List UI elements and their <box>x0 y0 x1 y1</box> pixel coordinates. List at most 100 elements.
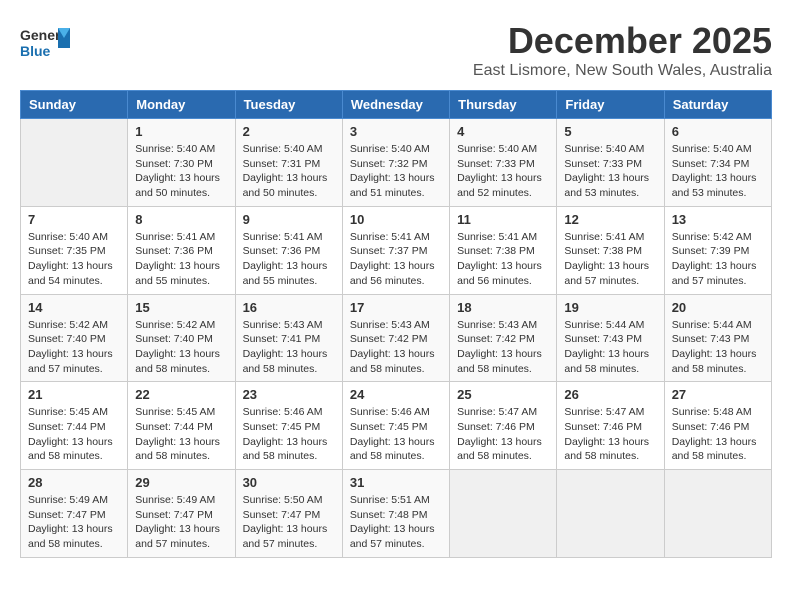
day-number: 3 <box>350 124 442 139</box>
day-info: Sunrise: 5:42 AM Sunset: 7:40 PM Dayligh… <box>28 318 120 377</box>
day-number: 6 <box>672 124 764 139</box>
calendar-cell: 23 Sunrise: 5:46 AM Sunset: 7:45 PM Dayli… <box>235 382 342 470</box>
svg-text:Blue: Blue <box>20 43 51 59</box>
calendar-cell: 7Sunrise: 5:40 AM Sunset: 7:35 PM Daylig… <box>21 206 128 294</box>
day-number: 2 <box>243 124 335 139</box>
calendar-cell <box>21 119 128 207</box>
day-number: 13 <box>672 212 764 227</box>
calendar-cell: 3 Sunrise: 5:40 AM Sunset: 7:32 PM Daylig… <box>342 119 449 207</box>
day-number: 18 <box>457 300 549 315</box>
calendar-cell: 24 Sunrise: 5:46 AM Sunset: 7:45 PM Dayli… <box>342 382 449 470</box>
calendar-cell: 5 Sunrise: 5:40 AM Sunset: 7:33 PM Daylig… <box>557 119 664 207</box>
calendar-cell: 13Sunrise: 5:42 AM Sunset: 7:39 PM Dayli… <box>664 206 771 294</box>
logo: General Blue <box>20 20 70 70</box>
calendar-cell: 26Sunrise: 5:47 AM Sunset: 7:46 PM Dayli… <box>557 382 664 470</box>
day-info: Sunrise: 5:41 AM Sunset: 7:36 PM Dayligh… <box>135 230 227 289</box>
day-number: 28 <box>28 475 120 490</box>
day-info: Sunrise: 5:40 AM Sunset: 7:30 PM Dayligh… <box>135 142 227 201</box>
calendar-cell <box>450 470 557 558</box>
calendar-cell: 9 Sunrise: 5:41 AM Sunset: 7:36 PM Daylig… <box>235 206 342 294</box>
day-number: 15 <box>135 300 227 315</box>
day-number: 16 <box>243 300 335 315</box>
calendar-cell: 25Sunrise: 5:47 AM Sunset: 7:46 PM Dayli… <box>450 382 557 470</box>
title-block: December 2025 East Lismore, New South Wa… <box>473 20 772 80</box>
day-header-sunday: Sunday <box>21 91 128 119</box>
day-info: Sunrise: 5:49 AM Sunset: 7:47 PM Dayligh… <box>135 493 227 552</box>
calendar-week-row: 21 Sunrise: 5:45 AM Sunset: 7:44 PM Dayli… <box>21 382 772 470</box>
calendar-table: SundayMondayTuesdayWednesdayThursdayFrid… <box>20 90 772 558</box>
day-number: 24 <box>350 387 442 402</box>
day-info: Sunrise: 5:45 AM Sunset: 7:44 PM Dayligh… <box>28 405 120 464</box>
day-info: Sunrise: 5:46 AM Sunset: 7:45 PM Dayligh… <box>350 405 442 464</box>
calendar-cell: 12 Sunrise: 5:41 AM Sunset: 7:38 PM Dayli… <box>557 206 664 294</box>
calendar-cell: 17 Sunrise: 5:43 AM Sunset: 7:42 PM Dayli… <box>342 294 449 382</box>
day-info: Sunrise: 5:41 AM Sunset: 7:38 PM Dayligh… <box>457 230 549 289</box>
logo-icon: General Blue <box>20 20 70 65</box>
day-number: 31 <box>350 475 442 490</box>
location-title: East Lismore, New South Wales, Australia <box>473 62 772 80</box>
day-number: 25 <box>457 387 549 402</box>
day-info: Sunrise: 5:40 AM Sunset: 7:33 PM Dayligh… <box>564 142 656 201</box>
calendar-header-row: SundayMondayTuesdayWednesdayThursdayFrid… <box>21 91 772 119</box>
day-header-tuesday: Tuesday <box>235 91 342 119</box>
day-header-monday: Monday <box>128 91 235 119</box>
day-number: 1 <box>135 124 227 139</box>
calendar-cell <box>557 470 664 558</box>
day-number: 22 <box>135 387 227 402</box>
calendar-cell: 31 Sunrise: 5:51 AM Sunset: 7:48 PM Dayli… <box>342 470 449 558</box>
day-info: Sunrise: 5:40 AM Sunset: 7:33 PM Dayligh… <box>457 142 549 201</box>
day-info: Sunrise: 5:48 AM Sunset: 7:46 PM Dayligh… <box>672 405 764 464</box>
calendar-cell: 14Sunrise: 5:42 AM Sunset: 7:40 PM Dayli… <box>21 294 128 382</box>
day-number: 17 <box>350 300 442 315</box>
page-header: General Blue December 2025 East Lismore,… <box>20 20 772 80</box>
day-info: Sunrise: 5:40 AM Sunset: 7:34 PM Dayligh… <box>672 142 764 201</box>
day-header-thursday: Thursday <box>450 91 557 119</box>
calendar-week-row: 28 Sunrise: 5:49 AM Sunset: 7:47 PM Dayli… <box>21 470 772 558</box>
day-number: 27 <box>672 387 764 402</box>
calendar-cell: 15 Sunrise: 5:42 AM Sunset: 7:40 PM Dayli… <box>128 294 235 382</box>
day-number: 12 <box>564 212 656 227</box>
calendar-cell: 30 Sunrise: 5:50 AM Sunset: 7:47 PM Dayli… <box>235 470 342 558</box>
day-header-friday: Friday <box>557 91 664 119</box>
day-info: Sunrise: 5:50 AM Sunset: 7:47 PM Dayligh… <box>243 493 335 552</box>
calendar-cell: 2 Sunrise: 5:40 AM Sunset: 7:31 PM Daylig… <box>235 119 342 207</box>
day-info: Sunrise: 5:51 AM Sunset: 7:48 PM Dayligh… <box>350 493 442 552</box>
day-info: Sunrise: 5:41 AM Sunset: 7:38 PM Dayligh… <box>564 230 656 289</box>
day-number: 8 <box>135 212 227 227</box>
day-number: 21 <box>28 387 120 402</box>
day-info: Sunrise: 5:42 AM Sunset: 7:40 PM Dayligh… <box>135 318 227 377</box>
calendar-cell: 8 Sunrise: 5:41 AM Sunset: 7:36 PM Daylig… <box>128 206 235 294</box>
day-info: Sunrise: 5:40 AM Sunset: 7:35 PM Dayligh… <box>28 230 120 289</box>
day-info: Sunrise: 5:40 AM Sunset: 7:31 PM Dayligh… <box>243 142 335 201</box>
day-info: Sunrise: 5:40 AM Sunset: 7:32 PM Dayligh… <box>350 142 442 201</box>
day-info: Sunrise: 5:47 AM Sunset: 7:46 PM Dayligh… <box>564 405 656 464</box>
calendar-cell: 20Sunrise: 5:44 AM Sunset: 7:43 PM Dayli… <box>664 294 771 382</box>
day-info: Sunrise: 5:43 AM Sunset: 7:42 PM Dayligh… <box>350 318 442 377</box>
calendar-week-row: 7Sunrise: 5:40 AM Sunset: 7:35 PM Daylig… <box>21 206 772 294</box>
calendar-week-row: 1 Sunrise: 5:40 AM Sunset: 7:30 PM Daylig… <box>21 119 772 207</box>
calendar-cell <box>664 470 771 558</box>
day-info: Sunrise: 5:45 AM Sunset: 7:44 PM Dayligh… <box>135 405 227 464</box>
day-info: Sunrise: 5:41 AM Sunset: 7:37 PM Dayligh… <box>350 230 442 289</box>
day-header-saturday: Saturday <box>664 91 771 119</box>
day-number: 23 <box>243 387 335 402</box>
day-info: Sunrise: 5:44 AM Sunset: 7:43 PM Dayligh… <box>564 318 656 377</box>
day-number: 30 <box>243 475 335 490</box>
calendar-cell: 4 Sunrise: 5:40 AM Sunset: 7:33 PM Daylig… <box>450 119 557 207</box>
day-number: 4 <box>457 124 549 139</box>
day-number: 9 <box>243 212 335 227</box>
month-title: December 2025 <box>473 20 772 62</box>
day-number: 29 <box>135 475 227 490</box>
calendar-cell: 19 Sunrise: 5:44 AM Sunset: 7:43 PM Dayli… <box>557 294 664 382</box>
day-info: Sunrise: 5:49 AM Sunset: 7:47 PM Dayligh… <box>28 493 120 552</box>
day-number: 19 <box>564 300 656 315</box>
calendar-cell: 27 Sunrise: 5:48 AM Sunset: 7:46 PM Dayli… <box>664 382 771 470</box>
day-number: 10 <box>350 212 442 227</box>
calendar-cell: 29 Sunrise: 5:49 AM Sunset: 7:47 PM Dayli… <box>128 470 235 558</box>
day-number: 20 <box>672 300 764 315</box>
day-number: 5 <box>564 124 656 139</box>
calendar-cell: 16 Sunrise: 5:43 AM Sunset: 7:41 PM Dayli… <box>235 294 342 382</box>
day-info: Sunrise: 5:41 AM Sunset: 7:36 PM Dayligh… <box>243 230 335 289</box>
day-info: Sunrise: 5:46 AM Sunset: 7:45 PM Dayligh… <box>243 405 335 464</box>
day-info: Sunrise: 5:43 AM Sunset: 7:41 PM Dayligh… <box>243 318 335 377</box>
